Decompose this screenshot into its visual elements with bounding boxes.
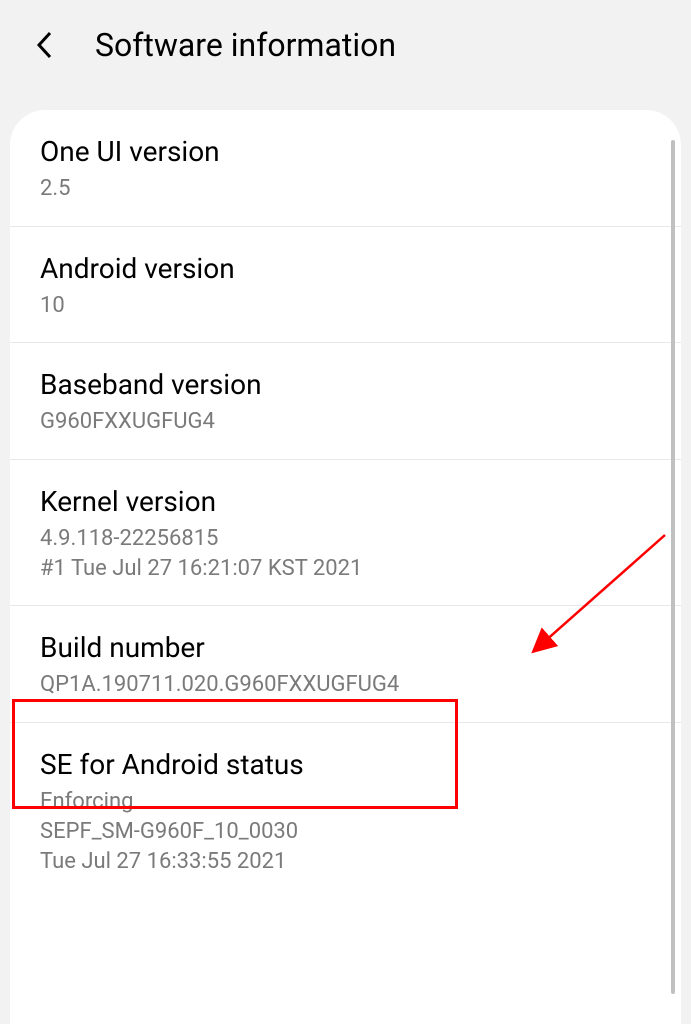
item-baseband-version[interactable]: Baseband version G960FXXUGFUG4 bbox=[10, 343, 681, 460]
item-value: QP1A.190711.020.G960FXXUGFUG4 bbox=[40, 670, 651, 700]
item-value: 4.9.118-22256815#1 Tue Jul 27 16:21:07 K… bbox=[40, 524, 651, 583]
item-title: Baseband version bbox=[40, 368, 651, 401]
item-build-number[interactable]: Build number QP1A.190711.020.G960FXXUGFU… bbox=[10, 606, 681, 723]
item-value: 10 bbox=[40, 291, 651, 321]
item-title: Kernel version bbox=[40, 485, 651, 518]
item-title: One UI version bbox=[40, 135, 651, 168]
item-title: Android version bbox=[40, 252, 651, 285]
item-kernel-version[interactable]: Kernel version 4.9.118-22256815#1 Tue Ju… bbox=[10, 460, 681, 606]
item-one-ui-version[interactable]: One UI version 2.5 bbox=[10, 110, 681, 227]
page-title: Software information bbox=[95, 26, 396, 64]
item-title: Build number bbox=[40, 631, 651, 664]
item-android-version[interactable]: Android version 10 bbox=[10, 227, 681, 344]
item-se-android-status[interactable]: SE for Android status EnforcingSEPF_SM-G… bbox=[10, 723, 681, 898]
item-title: SE for Android status bbox=[40, 748, 651, 781]
header: Software information bbox=[0, 0, 691, 90]
scrollbar[interactable] bbox=[671, 140, 675, 994]
item-value: G960FXXUGFUG4 bbox=[40, 407, 651, 437]
item-value: EnforcingSEPF_SM-G960F_10_0030Tue Jul 27… bbox=[40, 787, 651, 876]
back-icon[interactable] bbox=[30, 30, 60, 60]
content-card: One UI version 2.5 Android version 10 Ba… bbox=[10, 110, 681, 1024]
item-value: 2.5 bbox=[40, 174, 651, 204]
